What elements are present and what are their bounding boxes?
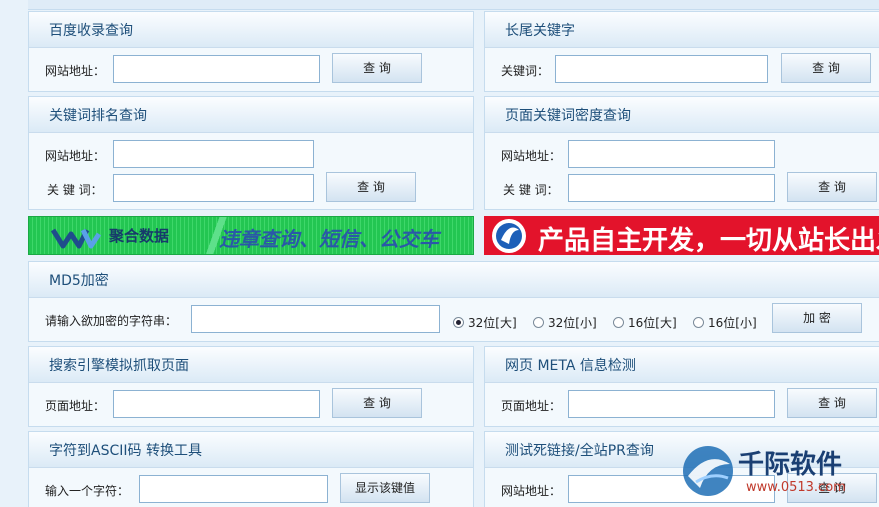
juhe-logo-icon — [51, 228, 102, 249]
keyword-input[interactable] — [555, 55, 768, 83]
keyword-input[interactable] — [568, 174, 775, 202]
meta-check-panel: 网页 META 信息检测 页面地址： 查 询 — [484, 346, 879, 427]
watermark: 千际软件 www.0513.com — [678, 440, 878, 502]
md5-panel: MD5加密 请输入欲加密的字符串： 32位[大] 32位[小] 16位[大] 1… — [28, 261, 879, 342]
top-strip — [28, 0, 879, 10]
keyword-density-panel: 页面关键词密度查询 网站地址： 关 键 词： 查 询 — [484, 96, 879, 210]
char-input[interactable] — [139, 475, 328, 503]
radio-icon — [453, 317, 464, 328]
baidu-index-panel: 百度收录查询 网站地址： 查 询 — [28, 11, 474, 92]
encrypt-button[interactable]: 加 密 — [772, 303, 862, 333]
option-16-lower[interactable]: 16位[小] — [693, 314, 757, 331]
page-url-input[interactable] — [113, 390, 320, 418]
page-url-input[interactable] — [568, 390, 775, 418]
show-keycode-button[interactable]: 显示该键值 — [340, 473, 430, 503]
panel-title: 字符到ASCII码 转换工具 — [29, 432, 473, 468]
panel-title: 关键词排名查询 — [29, 97, 473, 133]
watermark-brand: 千际软件 — [738, 450, 843, 480]
panel-title: 百度收录查询 — [29, 12, 473, 48]
keyword-rank-panel: 关键词排名查询 网站地址： 关 键 词： 查 询 — [28, 96, 474, 210]
page-url-label: 页面地址： — [501, 399, 562, 413]
keyword-label: 关键词： — [501, 64, 550, 78]
product-banner[interactable]: 产品自主开发，一切从站长出发 — [484, 216, 879, 255]
option-16-upper[interactable]: 16位[大] — [613, 314, 677, 331]
product-logo-icon — [492, 219, 526, 253]
query-button[interactable]: 查 询 — [332, 388, 422, 418]
juhe-logo-text: 聚合数据 — [109, 227, 170, 245]
juhe-data-banner[interactable]: 聚合数据 违章查询、短信、公交车 — [28, 216, 474, 255]
url-label: 网站地址： — [501, 149, 562, 163]
url-input[interactable] — [113, 55, 320, 83]
url-label: 网站地址： — [45, 64, 106, 78]
keyword-label: 关 键 词： — [503, 183, 559, 197]
query-button[interactable]: 查 询 — [326, 172, 416, 202]
radio-icon — [533, 317, 544, 328]
md5-input[interactable] — [191, 305, 440, 333]
page-url-label: 页面地址： — [45, 399, 106, 413]
panel-title: MD5加密 — [29, 262, 879, 298]
url-label: 网站地址： — [501, 484, 562, 498]
ascii-convert-panel: 字符到ASCII码 转换工具 输入一个字符： 显示该键值 — [28, 431, 474, 507]
spider-simulate-panel: 搜索引擎模拟抓取页面 页面地址： 查 询 — [28, 346, 474, 427]
char-label: 输入一个字符： — [45, 484, 130, 498]
panel-title: 长尾关键字 — [485, 12, 879, 48]
juhe-slogan: 违章查询、短信、公交车 — [219, 227, 439, 251]
longtail-panel: 长尾关键字 关键词： 查 询 — [484, 11, 879, 92]
md5-input-label: 请输入欲加密的字符串： — [45, 314, 178, 328]
url-input[interactable] — [113, 140, 314, 168]
radio-icon — [693, 317, 704, 328]
option-32-lower[interactable]: 32位[小] — [533, 314, 597, 331]
radio-icon — [613, 317, 624, 328]
panel-title: 搜索引擎模拟抓取页面 — [29, 347, 473, 383]
product-slogan: 产品自主开发，一切从站长出发 — [538, 226, 879, 255]
keyword-input[interactable] — [113, 174, 314, 202]
url-label: 网站地址： — [45, 149, 106, 163]
panel-title: 页面关键词密度查询 — [485, 97, 879, 133]
query-button[interactable]: 查 询 — [332, 53, 422, 83]
query-button[interactable]: 查 询 — [781, 53, 871, 83]
panel-title: 网页 META 信息检测 — [485, 347, 879, 383]
watermark-url: www.0513.com — [746, 480, 846, 495]
query-button[interactable]: 查 询 — [787, 388, 877, 418]
url-input[interactable] — [568, 140, 775, 168]
query-button[interactable]: 查 询 — [787, 172, 877, 202]
keyword-label: 关 键 词： — [47, 183, 103, 197]
watermark-logo-icon — [683, 446, 733, 496]
option-32-upper[interactable]: 32位[大] — [453, 314, 517, 331]
